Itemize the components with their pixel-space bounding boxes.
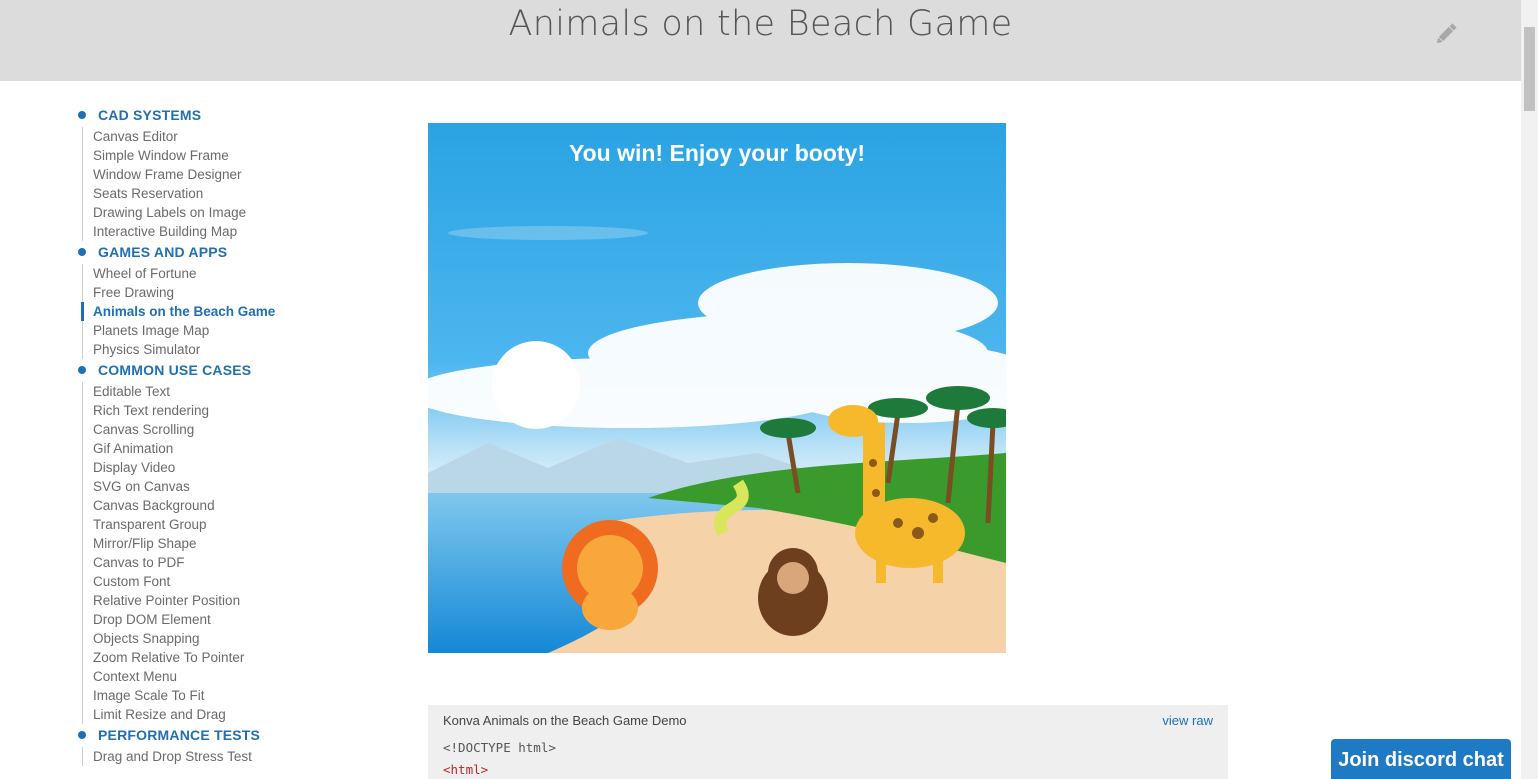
scrollbar-thumb[interactable]	[1524, 27, 1535, 111]
sidebar-item[interactable]: Canvas Scrolling	[93, 420, 376, 439]
sidebar-item[interactable]: Transparent Group	[93, 515, 376, 534]
bullet-icon	[78, 111, 86, 119]
join-discord-button[interactable]: Join discord chat	[1331, 739, 1511, 779]
view-raw-link[interactable]: view raw	[1162, 713, 1213, 728]
code-panel-title: Konva Animals on the Beach Game Demo	[443, 713, 687, 728]
sidebar-item[interactable]: Context Menu	[93, 667, 376, 686]
sidebar-item[interactable]: Canvas Editor	[93, 127, 376, 146]
code-line: <!DOCTYPE html>	[443, 740, 556, 755]
sidebar-item[interactable]: Seats Reservation	[93, 184, 376, 203]
code-panel: Konva Animals on the Beach Game Demo vie…	[428, 705, 1228, 779]
pencil-icon[interactable]	[1432, 20, 1460, 48]
sidebar-item[interactable]: Gif Animation	[93, 439, 376, 458]
sidebar-item[interactable]: Animals on the Beach Game	[81, 302, 376, 321]
sidebar-item[interactable]: Custom Font	[93, 572, 376, 591]
page-title: Animals on the Beach Game	[508, 4, 1013, 44]
beach-scene-image	[428, 123, 1006, 653]
sidebar-item-list: Editable Text Rich Text rendering Canvas S…	[82, 382, 376, 724]
bullet-icon	[78, 366, 86, 374]
sidebar-item[interactable]: Zoom Relative To Pointer	[93, 648, 376, 667]
sidebar-section-header[interactable]: COMMON USE CASES	[76, 359, 376, 382]
sidebar-item[interactable]: Interactive Building Map	[93, 222, 376, 241]
sidebar-section-title[interactable]: CAD SYSTEMS	[98, 107, 201, 123]
sidebar-item[interactable]: Free Drawing	[93, 283, 376, 302]
sidebar-section-header[interactable]: CAD SYSTEMS	[76, 104, 376, 127]
bullet-icon	[78, 731, 86, 739]
sidebar-nav: CAD SYSTEMS Canvas Editor Simple Window Fr…	[76, 104, 376, 766]
sidebar-section: CAD SYSTEMS Canvas Editor Simple Window Fr…	[76, 104, 376, 241]
sidebar-item[interactable]: Drop DOM Element	[93, 610, 376, 629]
sidebar-section: COMMON USE CASES Editable Text Rich Text r…	[76, 359, 376, 724]
sidebar-item[interactable]: SVG on Canvas	[93, 477, 376, 496]
sidebar-section: PERFORMANCE TESTS Drag and Drop Stress Te…	[76, 724, 376, 766]
sidebar-item[interactable]: Editable Text	[93, 382, 376, 401]
code-line: <html>	[443, 762, 489, 777]
sidebar-item[interactable]: Objects Snapping	[93, 629, 376, 648]
sidebar-section-title[interactable]: COMMON USE CASES	[98, 362, 251, 378]
sidebar-section-header[interactable]: GAMES AND APPS	[76, 241, 376, 264]
sidebar-item[interactable]: Wheel of Fortune	[93, 264, 376, 283]
sidebar-item[interactable]: Display Video	[93, 458, 376, 477]
sidebar-item-list: Drag and Drop Stress Test	[82, 747, 376, 766]
sidebar-item[interactable]: Simple Window Frame	[93, 146, 376, 165]
sidebar-item[interactable]: Mirror/Flip Shape	[93, 534, 376, 553]
sidebar-item-list: Canvas Editor Simple Window Frame Window F…	[82, 127, 376, 241]
sidebar-item[interactable]: Planets Image Map	[93, 321, 376, 340]
bullet-icon	[78, 248, 86, 256]
sidebar-item[interactable]: Canvas Background	[93, 496, 376, 515]
sidebar-item[interactable]: Drag and Drop Stress Test	[93, 747, 376, 766]
sidebar-item[interactable]: Drawing Labels on Image	[93, 203, 376, 222]
sidebar-item[interactable]: Canvas to PDF	[93, 553, 376, 572]
win-message: You win! Enjoy your booty!	[568, 140, 865, 166]
sidebar-item[interactable]: Limit Resize and Drag	[93, 705, 376, 724]
sidebar-item[interactable]: Physics Simulator	[93, 340, 376, 359]
sidebar-section: GAMES AND APPS Wheel of Fortune Free Drawi…	[76, 241, 376, 359]
scrollbar[interactable]	[1521, 0, 1538, 779]
sidebar-item[interactable]: Image Scale To Fit	[93, 686, 376, 705]
game-canvas[interactable]: You win! Enjoy your booty!	[428, 123, 1006, 653]
sidebar-item[interactable]: Rich Text rendering	[93, 401, 376, 420]
sidebar-item-list: Wheel of Fortune Free Drawing Animals on t…	[81, 264, 376, 359]
sidebar-section-title[interactable]: GAMES AND APPS	[98, 244, 227, 260]
page-header: Animals on the Beach Game	[0, 0, 1521, 81]
sidebar-section-title[interactable]: PERFORMANCE TESTS	[98, 727, 260, 743]
sidebar-section-header[interactable]: PERFORMANCE TESTS	[76, 724, 376, 747]
sidebar-item[interactable]: Relative Pointer Position	[93, 591, 376, 610]
sidebar-item[interactable]: Window Frame Designer	[93, 165, 376, 184]
